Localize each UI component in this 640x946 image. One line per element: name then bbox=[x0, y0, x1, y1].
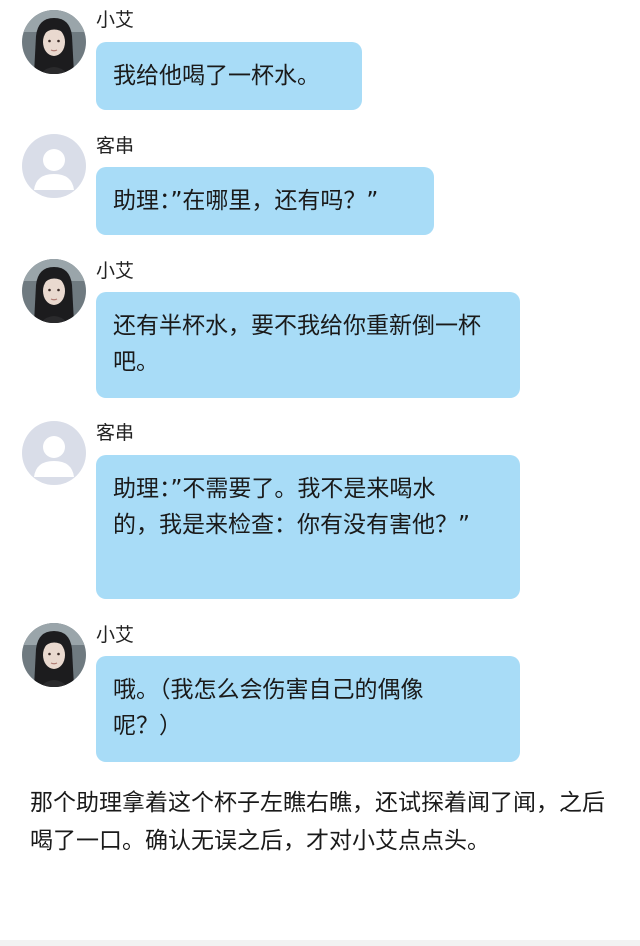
message-bubble[interactable]: 助理：”在哪里，还有吗？” bbox=[96, 167, 434, 235]
message-bubble[interactable]: 哦。（我怎么会伤害自己的偶像呢？） bbox=[96, 656, 520, 762]
girl-avatar-icon[interactable] bbox=[22, 259, 86, 323]
message-bubble[interactable]: 还有半杯水，要不我给你重新倒一杯吧。 bbox=[96, 292, 520, 398]
default-user-icon[interactable] bbox=[22, 134, 86, 198]
girl-avatar-icon[interactable] bbox=[22, 10, 86, 74]
message-bubble[interactable]: 助理：”不需要了。我不是来喝水的，我是来检查：你有没有害他？” bbox=[96, 455, 520, 599]
girl-avatar-icon[interactable] bbox=[22, 623, 86, 687]
default-user-icon[interactable] bbox=[22, 421, 86, 485]
speaker-name: 小艾 bbox=[96, 9, 135, 31]
speaker-name: 小艾 bbox=[96, 624, 135, 646]
speaker-name: 客串 bbox=[96, 422, 135, 444]
narration-paragraph: 那个助理拿着这个杯子左瞧右瞧，还试探着闻了闻，之后喝了一口。确认无误之后，才对小… bbox=[30, 790, 605, 854]
message-bubble[interactable]: 我给他喝了一杯水。 bbox=[96, 42, 362, 110]
bottom-divider bbox=[0, 940, 640, 946]
speaker-name: 客串 bbox=[96, 135, 135, 157]
speaker-name: 小艾 bbox=[96, 260, 135, 282]
